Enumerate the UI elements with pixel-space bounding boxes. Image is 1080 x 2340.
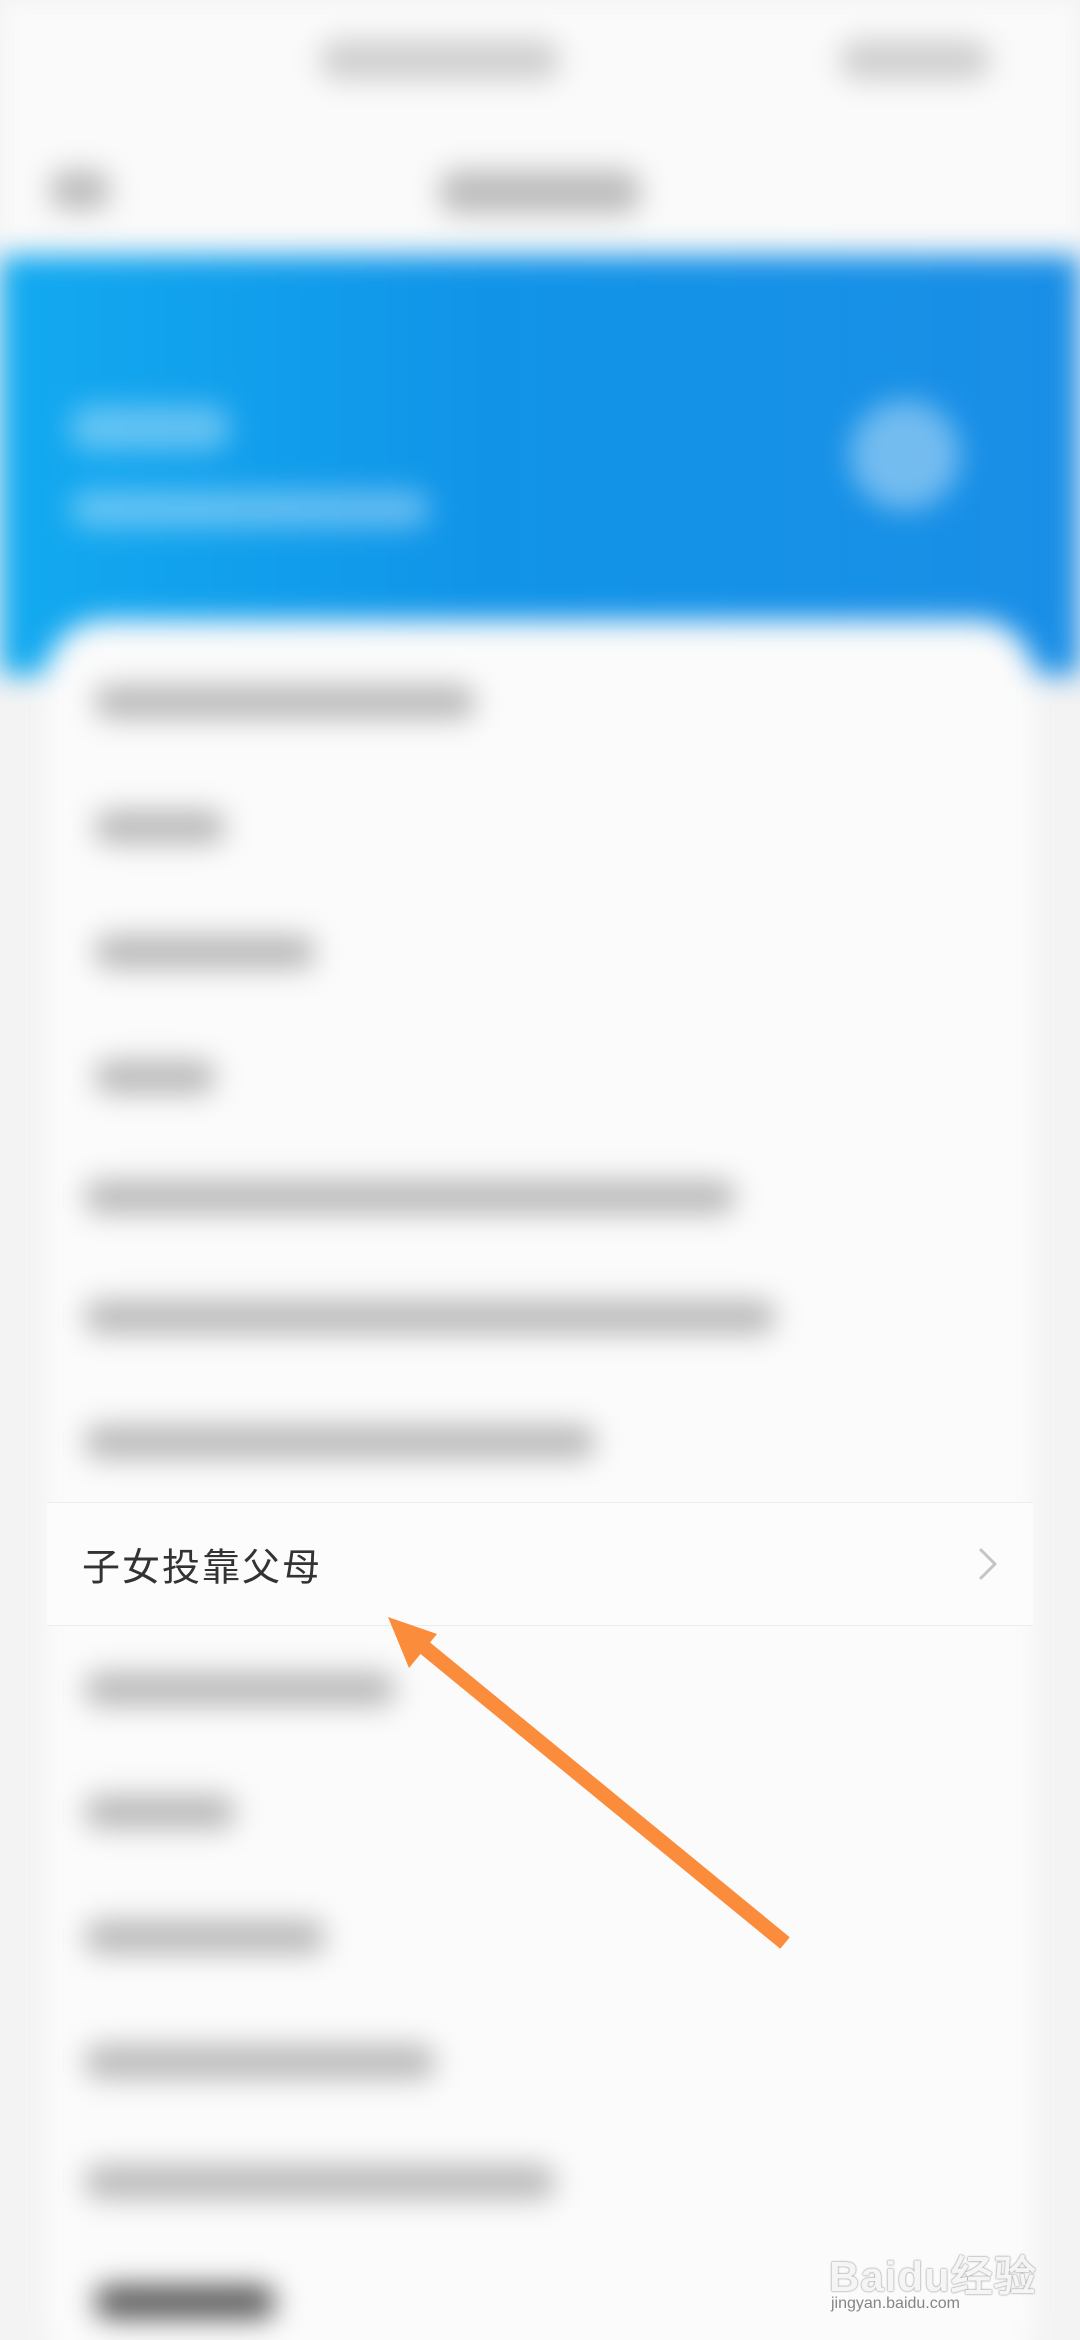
hero-avatar [850, 400, 960, 510]
watermark-domain: jingyan.baidu.com [831, 2295, 960, 2312]
navigation-bar [0, 120, 1080, 270]
baidu-watermark: Baidu经验 jingyan.baidu.com [825, 2225, 1036, 2315]
list-item-children-join-parents[interactable]: 子女投靠父母 [47, 1502, 1033, 1626]
list-card [45, 620, 1035, 2340]
blurred-background [0, 0, 1080, 2340]
app-screen: 子女投靠父母 Baidu经验 jingyan.baidu.com [0, 0, 1080, 2340]
chevron-right-icon [969, 1544, 1009, 1584]
list-item-label: 子女投靠父母 [82, 1547, 323, 1590]
status-bar [0, 0, 1080, 120]
